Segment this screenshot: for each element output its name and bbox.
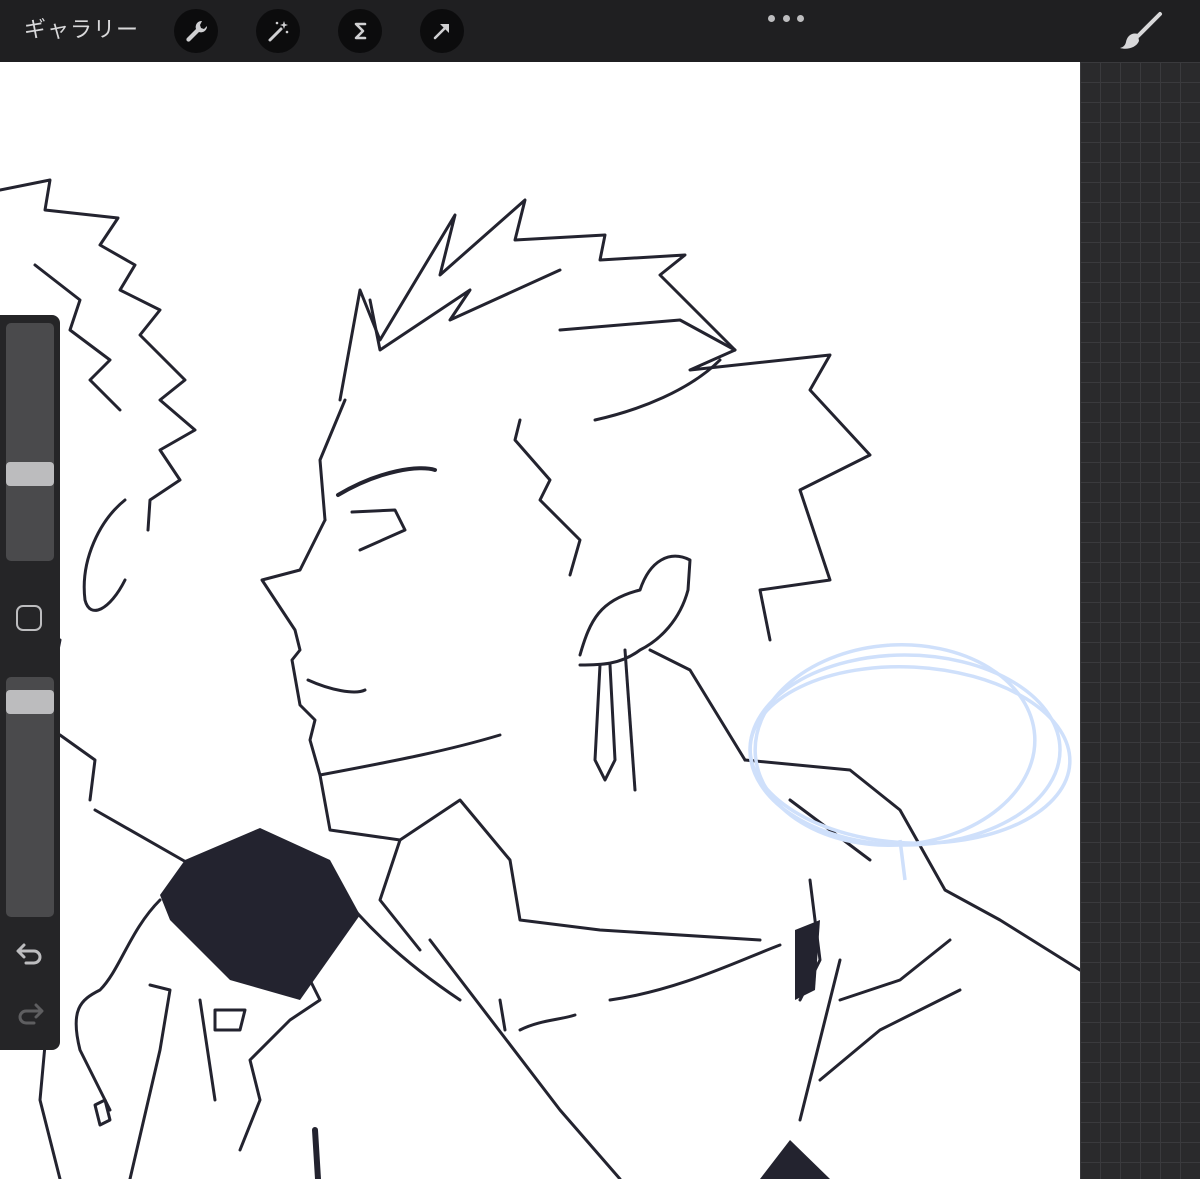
artwork	[0, 178, 1080, 1179]
undo-icon[interactable]	[14, 937, 46, 967]
canvas-background-grid	[1080, 62, 1200, 1179]
more-options-button[interactable]	[768, 8, 804, 28]
transform-button[interactable]	[420, 9, 464, 53]
arrow-cursor-icon	[433, 24, 449, 40]
wrench-icon	[186, 20, 208, 42]
drawing-canvas[interactable]	[0, 62, 1080, 1179]
selection-s-icon	[354, 22, 367, 40]
actions-button[interactable]	[174, 9, 218, 53]
top-toolbar: ギャラリー	[0, 0, 1200, 62]
square-modify-icon[interactable]	[16, 605, 42, 631]
brush-size-handle[interactable]	[6, 462, 54, 487]
selection-button[interactable]	[338, 9, 382, 53]
adjustments-button[interactable]	[256, 9, 300, 53]
ellipsis-icon	[768, 14, 775, 22]
magic-wand-icon	[268, 21, 289, 42]
brush-size-slider[interactable]	[6, 323, 54, 561]
left-sidebar	[0, 315, 60, 1050]
redo-icon[interactable]	[14, 997, 46, 1027]
brush-icon[interactable]	[1116, 10, 1168, 52]
opacity-handle[interactable]	[6, 689, 54, 714]
gallery-button[interactable]: ギャラリー	[24, 14, 139, 48]
